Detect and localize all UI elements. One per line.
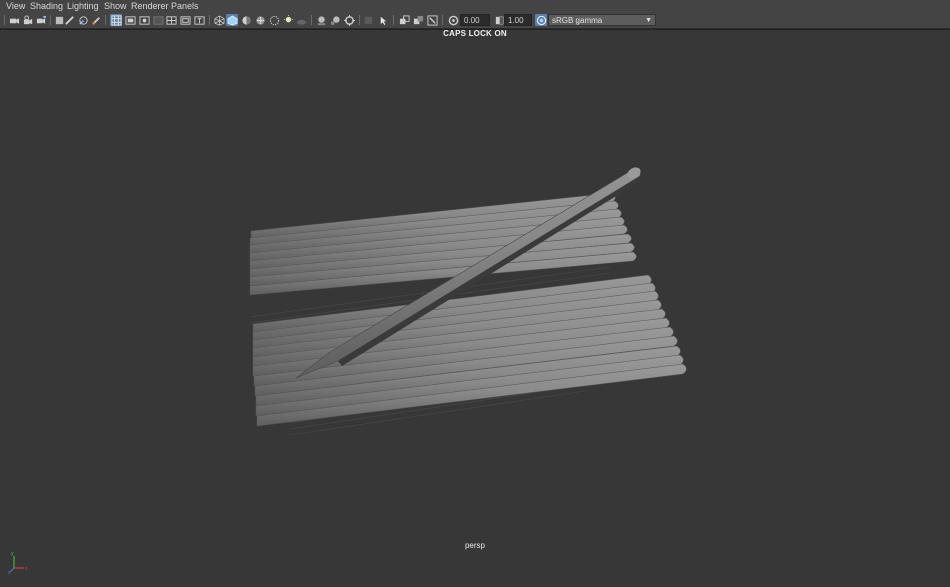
xray-components-icon[interactable] xyxy=(412,14,424,26)
menu-shading[interactable]: Shading xyxy=(30,0,63,13)
antialiasing-icon[interactable] xyxy=(329,14,341,26)
depth-of-field-icon[interactable] xyxy=(343,14,355,26)
exposure-icon[interactable] xyxy=(447,14,459,26)
shadows-icon[interactable] xyxy=(282,14,294,26)
xray-icon[interactable] xyxy=(377,14,389,26)
axis-gizmo-icon: y x z xyxy=(8,551,28,576)
view-transform-dropdown[interactable]: sRGB gamma ▼ xyxy=(548,14,656,26)
lower-rod-group[interactable] xyxy=(252,274,687,427)
gamma-field[interactable]: 1.00 xyxy=(504,14,532,26)
image-plane-icon[interactable] xyxy=(63,14,75,26)
menu-lighting[interactable]: Lighting xyxy=(67,0,99,13)
isolate-select-icon[interactable] xyxy=(362,14,374,26)
safe-action-icon[interactable] xyxy=(179,14,191,26)
lights-icon[interactable] xyxy=(268,14,280,26)
camera-lock-icon[interactable] xyxy=(22,14,34,26)
toolbar-separator xyxy=(50,15,51,25)
menu-renderer[interactable]: Renderer xyxy=(131,0,169,13)
scene-canvas[interactable] xyxy=(0,30,950,587)
caps-lock-hud: CAPS LOCK ON xyxy=(443,29,507,38)
color-management-icon[interactable] xyxy=(535,14,547,26)
camera-resolution-icon[interactable] xyxy=(426,14,438,26)
panel-toolbar: 0.00 1.00 xyxy=(0,13,950,29)
toolbar-separator xyxy=(442,15,443,25)
camera-icon[interactable] xyxy=(8,14,20,26)
viewport-menu-bar: View Shading Lighting Show Renderer Pane… xyxy=(0,0,950,13)
wireframe-icon[interactable] xyxy=(213,14,225,26)
default-material-icon[interactable] xyxy=(240,14,252,26)
camera-name-label: persp xyxy=(464,541,485,550)
view-transform-value: sRGB gamma xyxy=(552,16,603,25)
toolbar-separator xyxy=(105,15,106,25)
textured-icon[interactable] xyxy=(254,14,266,26)
exposure-field[interactable]: 0.00 xyxy=(460,14,490,26)
toolbar-separator xyxy=(359,15,360,25)
toolbar-separator xyxy=(393,15,394,25)
menu-panels[interactable]: Panels xyxy=(171,0,199,13)
camera-attributes-icon[interactable] xyxy=(35,14,47,26)
film-gate-icon[interactable] xyxy=(124,14,136,26)
toolbar-separator xyxy=(311,15,312,25)
perspective-viewport[interactable]: y x z xyxy=(0,29,950,587)
toolbar-separator xyxy=(209,15,210,25)
axis-x-label: x xyxy=(25,566,28,572)
resolution-gate-icon[interactable] xyxy=(138,14,150,26)
motion-blur-icon[interactable] xyxy=(315,14,327,26)
screen-space-ao-icon[interactable] xyxy=(295,14,307,26)
safe-title-icon[interactable] xyxy=(193,14,205,26)
menu-view[interactable]: View xyxy=(6,0,25,13)
grease-pencil-icon[interactable] xyxy=(90,14,102,26)
smooth-shade-icon[interactable] xyxy=(226,14,238,26)
menu-show[interactable]: Show xyxy=(104,0,127,13)
grid-icon[interactable] xyxy=(110,14,122,26)
toolbar-separator xyxy=(4,15,5,25)
gate-mask-icon[interactable] xyxy=(152,14,164,26)
chevron-down-icon: ▼ xyxy=(645,17,652,24)
xray-joints-icon[interactable] xyxy=(398,14,410,26)
two-d-pan-icon[interactable] xyxy=(77,14,89,26)
view-axis-indicator: y x z xyxy=(8,550,32,579)
field-chart-icon[interactable] xyxy=(165,14,177,26)
